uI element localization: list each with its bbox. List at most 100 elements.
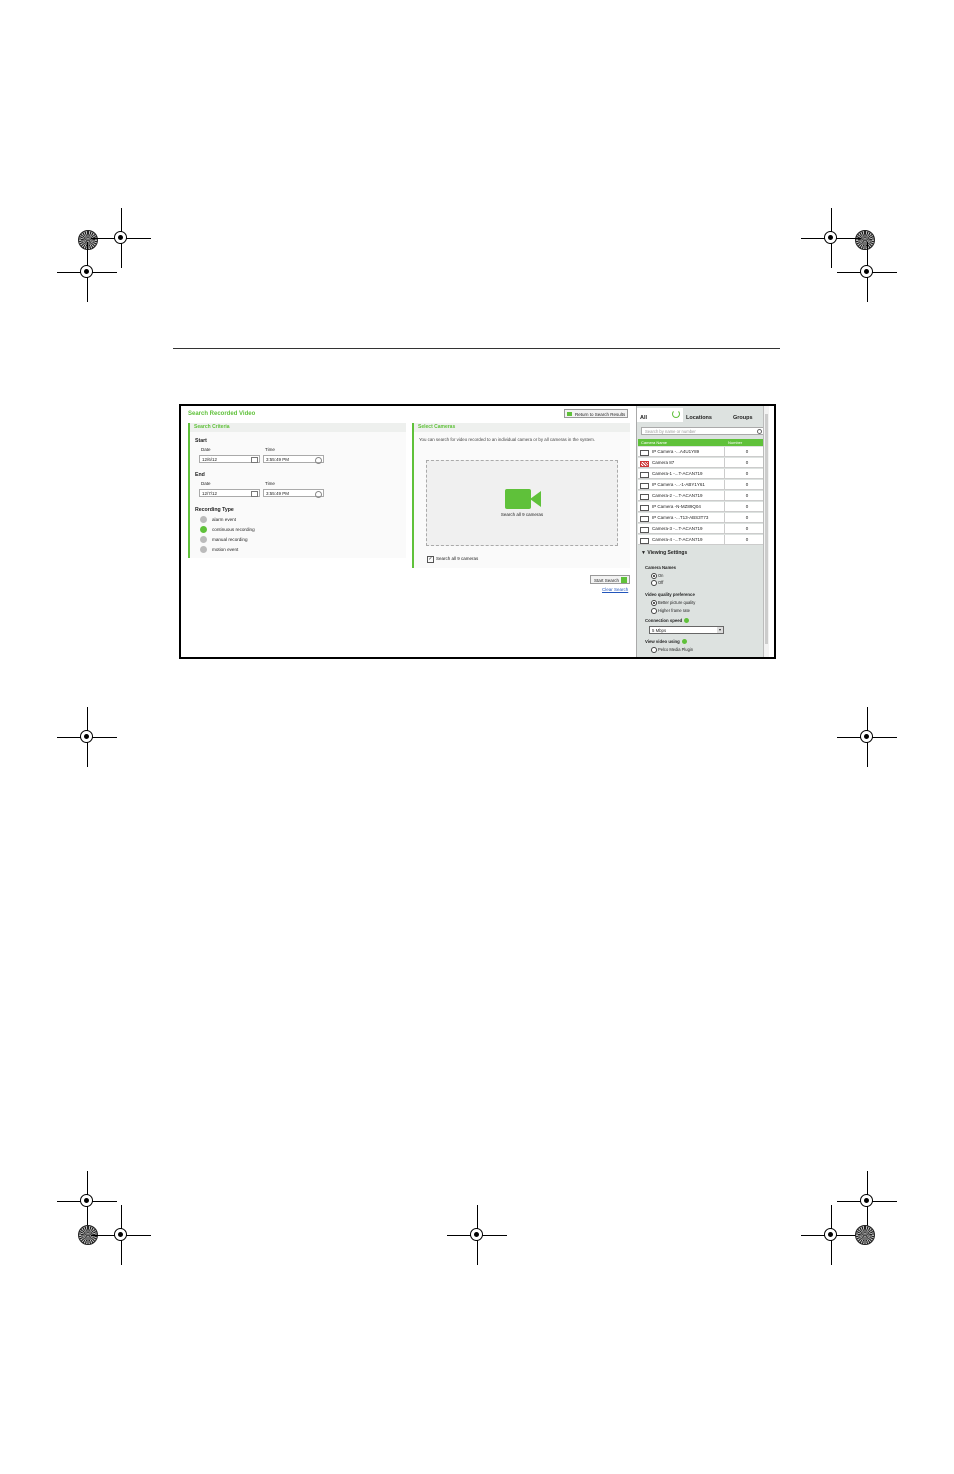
camera-offline-icon <box>640 461 649 467</box>
camera-icon <box>640 494 649 500</box>
start-date-value: 12/6/12 <box>202 457 218 462</box>
camera-icon <box>640 472 649 478</box>
search-all-cameras-label: Search all 9 cameras <box>436 556 479 561</box>
quality-better-picture-label: Better picture quality <box>658 600 696 605</box>
print-target-icon <box>855 1225 875 1245</box>
start-date-field[interactable]: 12/6/12 <box>199 455 260 463</box>
collapse-triangle-icon: ▼ <box>641 550 646 556</box>
select-cameras-header: Select Cameras <box>414 423 630 432</box>
connection-speed-heading: Connection speed <box>645 618 690 624</box>
camera-name: IP Camera -...-1-ABY1Y61 <box>652 482 705 487</box>
start-time-field[interactable]: 3:55:49 PM <box>263 455 324 464</box>
start-date-label: Date <box>201 447 211 452</box>
tab-all[interactable]: All <box>637 408 683 422</box>
return-to-results-button[interactable]: Return to Search Results <box>564 409 628 418</box>
end-time-label: Time <box>265 481 275 486</box>
clock-icon[interactable] <box>315 457 322 464</box>
connection-speed-select[interactable]: 5 Mbps ▾ <box>649 626 724 634</box>
camera-row[interactable]: IP Camera -N-MZ89Q04 0 <box>638 502 768 512</box>
end-time-field[interactable]: 3:55:49 PM <box>263 489 324 498</box>
radio-selected-icon[interactable] <box>651 600 657 606</box>
camera-icon <box>640 516 649 522</box>
app-screenshot: Search Recorded Video Return to Search R… <box>179 404 776 659</box>
select-cameras-description: You can search for video recorded to an … <box>419 437 596 442</box>
camera-name: Camera-4 -...T-ACAN719 <box>652 537 703 542</box>
page-title: Search Recorded Video <box>188 411 256 417</box>
camera-search-input[interactable]: Search by name or number <box>641 427 765 435</box>
camera-row[interactable]: Camera-2 -...T-ACAN719 0 <box>638 491 768 501</box>
camera-icon <box>640 505 649 511</box>
clock-icon[interactable] <box>315 491 322 498</box>
camera-name: IP Camera -...A4U1Y89 <box>652 449 700 454</box>
camera-row[interactable]: IP Camera -...A4U1Y89 0 <box>638 447 768 457</box>
camera-row[interactable]: IP Camera -...T13-ABS3T73 0 <box>638 513 768 523</box>
sidebar-scrollbar[interactable] <box>763 406 769 657</box>
tab-locations[interactable]: Locations <box>684 408 730 422</box>
drop-zone-label: Search all 9 cameras <box>500 512 544 517</box>
recording-type-label-continuous: continuous recording <box>212 527 255 532</box>
recording-type-label-manual: manual recording <box>212 537 248 542</box>
camera-sidebar: All Locations Groups Search by name or n… <box>636 406 769 657</box>
camera-row[interactable]: Camera-4 -...T-ACAN719 0 <box>638 535 768 545</box>
camera-table-header: Camera Name Number <box>638 439 768 446</box>
camera-row[interactable]: Camera-1 -...T-ACAN719 0 <box>638 469 768 479</box>
tab-all-label: All <box>640 415 648 421</box>
search-criteria-header: Search Criteria <box>190 423 406 432</box>
checkbox-checked-icon[interactable]: ✓ <box>427 556 434 563</box>
start-search-label: Start Search <box>594 578 620 583</box>
video-camera-icon <box>505 489 541 509</box>
manual-icon <box>200 536 207 543</box>
radio-icon[interactable] <box>651 580 657 586</box>
camera-name: Camera-3 -...T-ACAN719 <box>652 526 703 531</box>
recording-type-label: Recording Type <box>195 507 234 513</box>
view-video-heading: View video using <box>645 639 687 645</box>
end-date-field[interactable]: 12/7/12 <box>199 489 260 497</box>
camera-icon <box>640 483 649 489</box>
search-icon[interactable] <box>757 429 762 434</box>
recording-type-label-motion: motion event <box>212 547 239 552</box>
viewing-settings-toggle[interactable]: ▼ Viewing Settings <box>641 550 687 556</box>
back-arrow-icon <box>567 412 572 416</box>
camera-icon <box>640 527 649 533</box>
chevron-down-icon[interactable]: ▾ <box>717 627 723 633</box>
end-date-value: 12/7/12 <box>202 491 218 496</box>
alarm-icon <box>200 516 207 523</box>
video-quality-label: Video quality preference <box>645 592 695 597</box>
clear-search-link[interactable]: Clear Search <box>602 587 628 592</box>
start-time-value: 3:55:49 PM <box>266 457 290 462</box>
camera-name: IP Camera -N-MZ89Q04 <box>652 504 701 509</box>
calendar-icon[interactable] <box>251 457 258 463</box>
sidebar-tabs: All Locations Groups <box>637 408 769 422</box>
refresh-icon[interactable] <box>672 410 680 418</box>
quality-higher-frame-rate-label: Higher frame rate <box>658 608 690 613</box>
camera-search-placeholder: Search by name or number <box>645 429 696 434</box>
camera-names-label: Camera Names <box>645 565 677 570</box>
camera-drop-zone[interactable]: Search all 9 cameras <box>426 460 618 546</box>
column-number[interactable]: Number <box>728 439 742 446</box>
camera-row[interactable]: Camera-3 -...T-ACAN719 0 <box>638 524 768 534</box>
camera-name: Camera 87 <box>652 460 675 465</box>
tab-groups-label: Groups <box>733 415 753 421</box>
end-label: End <box>195 472 205 478</box>
continuous-icon <box>200 526 207 533</box>
info-icon[interactable] <box>681 639 687 645</box>
return-button-label: Return to Search Results <box>575 412 626 417</box>
info-icon[interactable] <box>684 618 690 624</box>
radio-selected-icon[interactable] <box>651 573 657 579</box>
end-date-label: Date <box>201 481 211 486</box>
radio-icon[interactable] <box>651 647 657 653</box>
start-search-button[interactable]: Start Search <box>590 575 630 584</box>
camera-row[interactable]: IP Camera -...-1-ABY1Y61 0 <box>638 480 768 490</box>
camera-row[interactable]: Camera 87 0 <box>638 458 768 468</box>
motion-icon <box>200 546 207 553</box>
recording-type-label-alarm: alarm event <box>212 517 237 522</box>
viewing-settings-label: Viewing Settings <box>647 550 688 556</box>
print-target-icon <box>855 230 875 250</box>
radio-icon[interactable] <box>651 608 657 614</box>
calendar-icon[interactable] <box>251 491 258 497</box>
go-arrow-icon <box>621 577 627 583</box>
column-camera-name[interactable]: Camera Name <box>641 439 667 446</box>
camera-icon <box>640 450 649 456</box>
connection-speed-value: 5 Mbps <box>652 628 667 633</box>
scrollbar-thumb[interactable] <box>765 414 768 644</box>
